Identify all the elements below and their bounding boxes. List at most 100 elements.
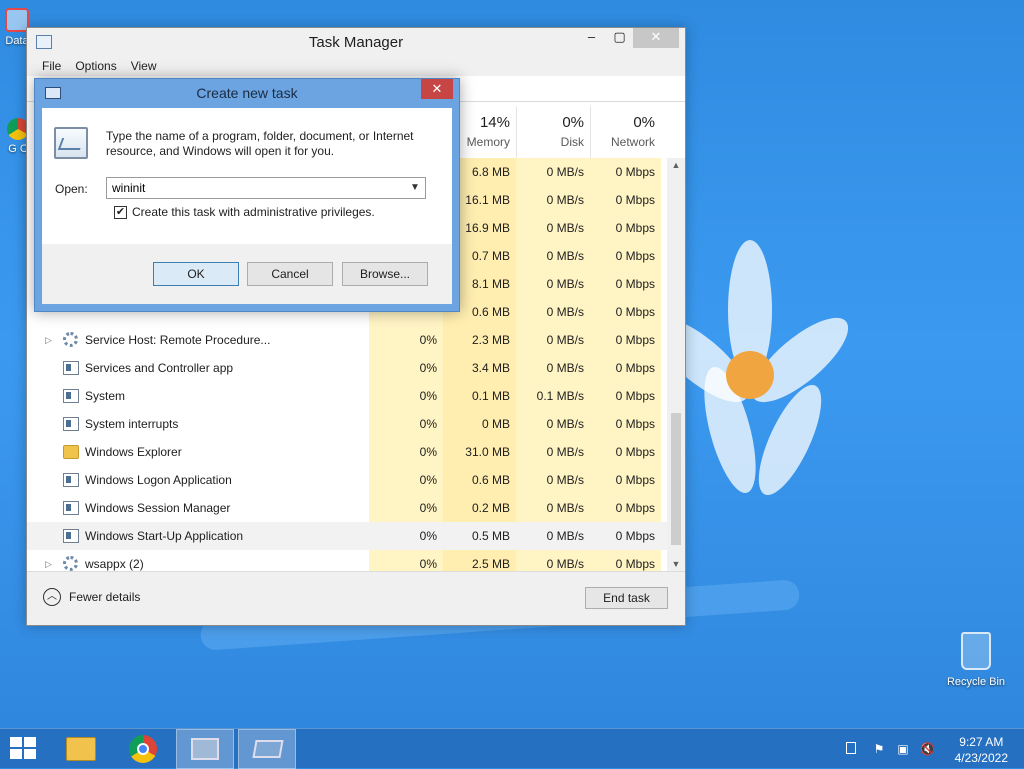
- memory-cell: 3.4 MB: [443, 354, 516, 382]
- disk-cell: 0 MB/s: [516, 466, 590, 494]
- folder-icon: [66, 737, 96, 761]
- network-cell: 0 Mbps: [590, 158, 661, 186]
- table-row[interactable]: System interrupts 0% 0 MB 0 MB/s 0 Mbps: [27, 410, 667, 438]
- dialog-client: Type the name of a program, folder, docu…: [42, 108, 452, 304]
- close-button[interactable]: ✕: [633, 28, 679, 48]
- table-row[interactable]: System 0% 0.1 MB 0.1 MB/s 0 Mbps: [27, 382, 667, 410]
- disk-cell: 0 MB/s: [516, 326, 590, 354]
- scroll-thumb[interactable]: [671, 413, 681, 545]
- chevron-up-icon: ︿: [43, 588, 61, 606]
- scroll-down-icon[interactable]: ▼: [667, 559, 685, 569]
- cpu-cell: 0%: [369, 354, 443, 382]
- table-row[interactable]: Services and Controller app 0% 3.4 MB 0 MB/…: [27, 354, 667, 382]
- network-label: Network: [610, 135, 655, 149]
- cancel-button[interactable]: Cancel: [247, 262, 333, 286]
- browse-button[interactable]: Browse...: [342, 262, 428, 286]
- network-cell: 0 Mbps: [590, 214, 661, 242]
- cpu-cell: 0%: [369, 522, 443, 550]
- ok-button[interactable]: OK: [153, 262, 239, 286]
- gear-icon: [63, 332, 78, 347]
- admin-privileges-checkbox[interactable]: ✔ Create this task with administrative p…: [114, 205, 375, 219]
- flag-icon[interactable]: ⚑: [872, 742, 886, 756]
- volume-muted-icon[interactable]: 🔇: [920, 742, 935, 756]
- table-row[interactable]: Windows Session Manager 0% 0.2 MB 0 MB/s 0 M…: [27, 494, 667, 522]
- cpu-cell: 0%: [369, 410, 443, 438]
- network-cell: 0 Mbps: [590, 326, 661, 354]
- window-icon: [63, 417, 79, 431]
- recycle-bin-icon: [961, 632, 991, 670]
- memory-cell: 0.1 MB: [443, 382, 516, 410]
- process-name: Service Host: Remote Procedure...: [85, 333, 271, 347]
- taskbar-run-dialog[interactable]: [238, 729, 296, 769]
- network-cell: 0 Mbps: [590, 466, 661, 494]
- table-row[interactable]: Windows Start-Up Application 0% 0.5 MB 0 MB…: [27, 522, 667, 550]
- maximize-button[interactable]: ▢: [606, 28, 633, 48]
- windows-logo-icon: [10, 737, 38, 761]
- clock-time: 9:27 AM: [959, 735, 1004, 749]
- disk-cell: 0.1 MB/s: [516, 382, 590, 410]
- disk-cell: 0 MB/s: [516, 158, 590, 186]
- chevron-down-icon[interactable]: ▼: [407, 178, 423, 198]
- network-cell: 0 Mbps: [590, 242, 661, 270]
- desktop-icon-label: G C: [8, 143, 28, 155]
- menu-bar: File Options View: [27, 56, 685, 76]
- menu-view[interactable]: View: [124, 56, 164, 76]
- open-label: Open:: [55, 182, 88, 196]
- process-name: Services and Controller app: [85, 361, 234, 375]
- end-task-button[interactable]: End task: [585, 587, 668, 609]
- table-row[interactable]: Windows Explorer 0% 31.0 MB 0 MB/s 0 Mbps: [27, 438, 667, 466]
- memory-cell: 0.6 MB: [443, 466, 516, 494]
- tray-keyboard-icon[interactable]: [846, 742, 856, 754]
- network-cell: 0 Mbps: [590, 410, 661, 438]
- dialog-close-button[interactable]: ✕: [421, 79, 453, 99]
- disk-cell: 0 MB/s: [516, 494, 590, 522]
- checkbox-check-icon[interactable]: ✔: [114, 205, 127, 219]
- disk-cell: 0 MB/s: [516, 214, 590, 242]
- scroll-up-icon[interactable]: ▲: [667, 160, 685, 170]
- memory-cell: 0.5 MB: [443, 522, 516, 550]
- open-input[interactable]: [107, 178, 397, 198]
- vertical-scrollbar[interactable]: ▲ ▼: [667, 158, 685, 571]
- taskbar-clock[interactable]: 9:27 AM 4/23/2022: [955, 734, 1008, 766]
- column-network[interactable]: 0% Network: [590, 106, 661, 158]
- dialog-title: Create new task: [196, 85, 298, 101]
- task-manager-titlebar[interactable]: Task Manager – ▢ ✕: [27, 28, 685, 56]
- cpu-cell: 0%: [369, 494, 443, 522]
- network-icon[interactable]: ▣: [896, 742, 910, 756]
- table-row[interactable]: ▷ Service Host: Remote Procedure... 0% 2.3 …: [27, 326, 667, 354]
- taskbar-file-explorer[interactable]: [52, 729, 110, 769]
- fewer-details-link[interactable]: ︿ Fewer details: [43, 588, 140, 606]
- network-percent: 0%: [633, 114, 655, 131]
- expand-arrow-icon[interactable]: ▷: [45, 326, 52, 354]
- memory-cell: 0.2 MB: [443, 494, 516, 522]
- minimize-button[interactable]: –: [578, 28, 605, 48]
- process-name: Windows Logon Application: [85, 473, 232, 487]
- network-cell: 0 Mbps: [590, 298, 661, 326]
- run-program-icon: [54, 127, 88, 159]
- taskbar: ⚑ ▣ 🔇 9:27 AM 4/23/2022: [0, 728, 1024, 769]
- cpu-cell: 0%: [369, 466, 443, 494]
- network-cell: 0 Mbps: [590, 494, 661, 522]
- disk-label: Disk: [560, 135, 584, 149]
- menu-options[interactable]: Options: [68, 56, 123, 76]
- task-manager-footer: ︿ Fewer details End task: [27, 571, 685, 625]
- taskbar-task-manager[interactable]: [176, 729, 234, 769]
- network-cell: 0 Mbps: [590, 354, 661, 382]
- column-disk[interactable]: 0% Disk: [516, 106, 590, 158]
- menu-file[interactable]: File: [35, 56, 68, 76]
- memory-cell: 0 MB: [443, 410, 516, 438]
- window-icon: [63, 473, 79, 487]
- cpu-cell: 0%: [369, 438, 443, 466]
- window-icon: [63, 389, 79, 403]
- taskbar-chrome[interactable]: [115, 729, 173, 769]
- network-cell: 0 Mbps: [590, 382, 661, 410]
- disk-cell: 0 MB/s: [516, 186, 590, 214]
- open-combobox[interactable]: ▼: [106, 177, 426, 199]
- start-button[interactable]: [0, 729, 58, 769]
- table-row[interactable]: Windows Logon Application 0% 0.6 MB 0 MB/s 0…: [27, 466, 667, 494]
- desktop-icon-recycle-bin[interactable]: Recycle Bin: [940, 632, 1012, 688]
- window-icon: [63, 361, 79, 375]
- window-icon: [63, 529, 79, 543]
- fewer-details-label: Fewer details: [69, 590, 141, 604]
- disk-cell: 0 MB/s: [516, 410, 590, 438]
